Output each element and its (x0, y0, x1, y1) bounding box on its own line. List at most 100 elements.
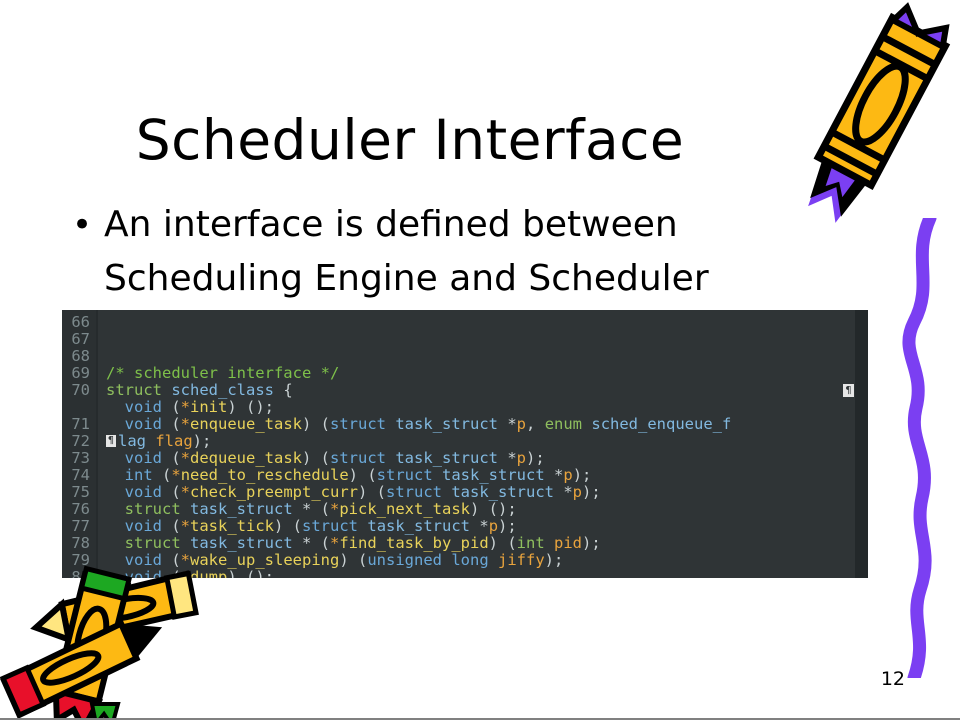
code-line-number: 67 (71, 330, 90, 348)
code-token: p (488, 517, 499, 535)
code-token: task_struct (395, 449, 498, 467)
code-token: ( (162, 517, 181, 535)
code-line: void (*check_preempt_curr) (struct task_… (106, 484, 868, 501)
code-line: void (*dequeue_task) (struct task_struct… (106, 450, 868, 467)
code-token: ) ( (339, 551, 368, 569)
code-token: sched_class (171, 381, 274, 399)
code-token: p (572, 483, 583, 501)
code-token: ); (526, 449, 545, 467)
code-token: void (124, 517, 162, 535)
code-token: * (554, 483, 573, 501)
code-line-number: 76 (71, 500, 90, 518)
code-token: ( (152, 466, 172, 484)
code-token: struct (330, 449, 386, 467)
crayons-icon (0, 550, 226, 718)
code-token: init (190, 398, 228, 416)
code-token: void (124, 415, 162, 433)
code-token: struct (376, 466, 433, 484)
code-token: long (451, 551, 489, 569)
code-token: * (470, 517, 489, 535)
code-token: struct (302, 517, 359, 535)
code-token: * (498, 449, 517, 467)
code-token: struct (124, 500, 181, 518)
code-token: ) ( (302, 449, 330, 467)
code-token: struct (386, 483, 442, 501)
code-token: p (563, 466, 573, 484)
code-token: ); (582, 534, 601, 552)
code-token: ( (162, 483, 181, 501)
code-token: ); (192, 432, 212, 450)
code-token: p (516, 449, 527, 467)
code-token: p (516, 415, 527, 433)
code-token: /* scheduler interface */ (106, 364, 340, 382)
code-token: ); (582, 483, 601, 501)
line-wrap-marker-icon: ¶ (843, 384, 854, 397)
code-token: flag (155, 432, 193, 450)
code-token: * ( (292, 534, 330, 552)
bullet-line-1: An interface is defined between (104, 204, 678, 245)
code-token: pid (554, 534, 582, 552)
code-line: void (*init) (); (106, 399, 868, 416)
code-token: * (180, 415, 191, 433)
code-token: * ( (292, 500, 330, 518)
code-line-number-gutter: 66 67 68 69 70 71 72 73 74 75 76 77 78 79 80 (62, 310, 98, 578)
code-token: ); (544, 551, 564, 569)
code-token: pick_next_task (339, 500, 470, 518)
code-token: enqueue_task (190, 415, 302, 433)
code-scrollbar[interactable] (855, 310, 868, 578)
squiggle-line-icon (900, 211, 946, 685)
code-token: * (180, 517, 191, 535)
code-token: * (171, 466, 181, 484)
code-token: find_task_by_pid (339, 534, 489, 552)
code-line-number: 73 (71, 449, 90, 467)
code-token: * (330, 534, 340, 552)
code-token: ( (162, 415, 181, 433)
code-token: ( (162, 449, 181, 467)
code-token: , (526, 415, 545, 433)
code-token: int (516, 534, 545, 552)
code-token: task_struct (442, 466, 545, 484)
bullet-item: An interface is defined between Scheduli… (104, 198, 709, 306)
code-line: struct task_struct * (*pick_next_task) (… (106, 501, 868, 518)
code-line-number: 70 (71, 381, 90, 399)
code-token: task_struct (367, 517, 471, 535)
code-token: ) (); (470, 500, 517, 518)
code-line-number: 74 (71, 466, 90, 484)
code-token: { (274, 381, 293, 399)
bullet-marker: • (72, 205, 93, 245)
code-token: * (180, 398, 191, 416)
code-token: ) (); (227, 568, 275, 579)
code-token: ) ( (488, 534, 517, 552)
bullet-line-2: Scheduling Engine and Scheduler (104, 258, 709, 299)
code-token: ( (162, 398, 181, 416)
code-token: dequeue_task (190, 449, 302, 467)
code-token: ) (); (227, 398, 275, 416)
code-line-number (62, 399, 90, 416)
code-token: ) ( (348, 466, 377, 484)
code-token: * (180, 483, 191, 501)
code-line-number: 72 (71, 432, 90, 450)
crayon-icon (778, 0, 960, 240)
code-token: * (330, 500, 340, 518)
code-line-number: 68 (71, 347, 90, 365)
code-token: ) ( (302, 415, 330, 433)
code-token: task_struct (190, 500, 293, 518)
code-token: struct (330, 415, 386, 433)
code-token: * (180, 449, 191, 467)
code-line-number: 69 (71, 364, 90, 382)
code-line-number: 75 (71, 483, 90, 501)
code-line: struct sched_class { (106, 382, 868, 399)
